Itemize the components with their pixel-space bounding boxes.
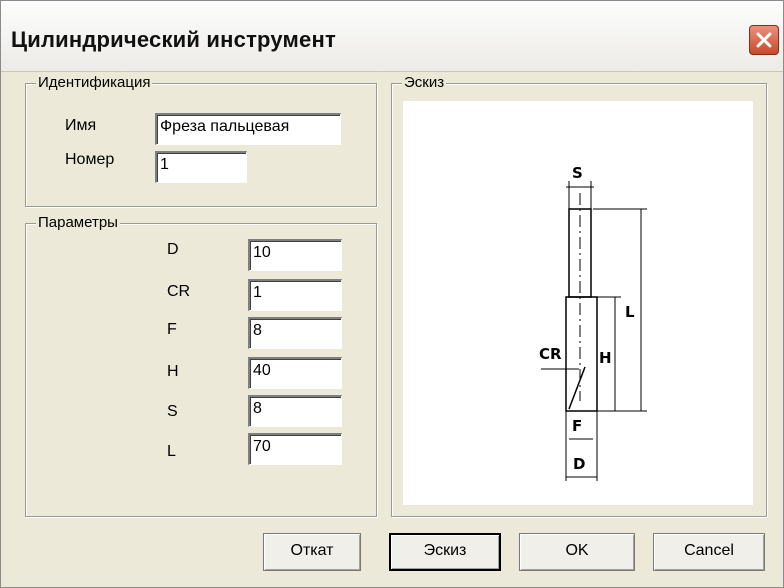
param-label-l: L bbox=[167, 443, 176, 460]
identification-legend: Идентификация bbox=[36, 74, 153, 92]
title-bar[interactable]: Цилиндрический инструмент bbox=[1, 1, 783, 72]
number-label: Номер bbox=[65, 151, 115, 168]
sketch-label-f: F bbox=[572, 417, 582, 435]
sketch-label-h: H bbox=[599, 349, 612, 367]
rollback-button[interactable]: Откат bbox=[263, 533, 361, 571]
name-label: Имя bbox=[65, 117, 97, 134]
sketch-legend: Эскиз bbox=[402, 74, 447, 92]
param-field-s[interactable]: 8 bbox=[248, 395, 342, 427]
identification-group: Идентификация bbox=[25, 74, 377, 207]
param-label-s: S bbox=[167, 403, 178, 420]
dialog-window: Цилиндрический инструмент Идентификация … bbox=[0, 0, 784, 588]
param-label-cr: CR bbox=[167, 283, 191, 300]
sketch-label-d: D bbox=[573, 455, 585, 473]
param-label-d: D bbox=[167, 241, 179, 258]
ok-button[interactable]: OK bbox=[519, 533, 635, 571]
sketch-canvas: S L CR H F D bbox=[403, 101, 753, 505]
param-field-l[interactable]: 70 bbox=[248, 433, 342, 465]
param-label-h: H bbox=[167, 363, 179, 380]
param-field-d[interactable]: 10 bbox=[248, 239, 342, 271]
tool-sketch-drawing: S L CR H F D bbox=[539, 164, 647, 481]
sketch-label-s: S bbox=[572, 164, 583, 182]
param-field-cr[interactable]: 1 bbox=[248, 279, 342, 311]
flute-line bbox=[568, 366, 586, 410]
param-label-f: F bbox=[167, 321, 177, 338]
name-field[interactable]: Фреза пальцевая bbox=[155, 113, 341, 145]
close-icon bbox=[756, 32, 772, 48]
param-field-f[interactable]: 8 bbox=[248, 317, 342, 349]
sketch-button[interactable]: Эскиз bbox=[389, 533, 501, 571]
window-title: Цилиндрический инструмент bbox=[11, 27, 336, 52]
close-button[interactable] bbox=[749, 25, 779, 55]
parameters-legend: Параметры bbox=[36, 214, 120, 232]
param-field-h[interactable]: 40 bbox=[248, 357, 342, 389]
sketch-label-cr: CR bbox=[539, 345, 562, 363]
cancel-button[interactable]: Cancel bbox=[653, 533, 765, 571]
tool-cutter bbox=[565, 296, 598, 412]
number-field[interactable]: 1 bbox=[155, 151, 247, 183]
sketch-label-l: L bbox=[625, 303, 635, 321]
